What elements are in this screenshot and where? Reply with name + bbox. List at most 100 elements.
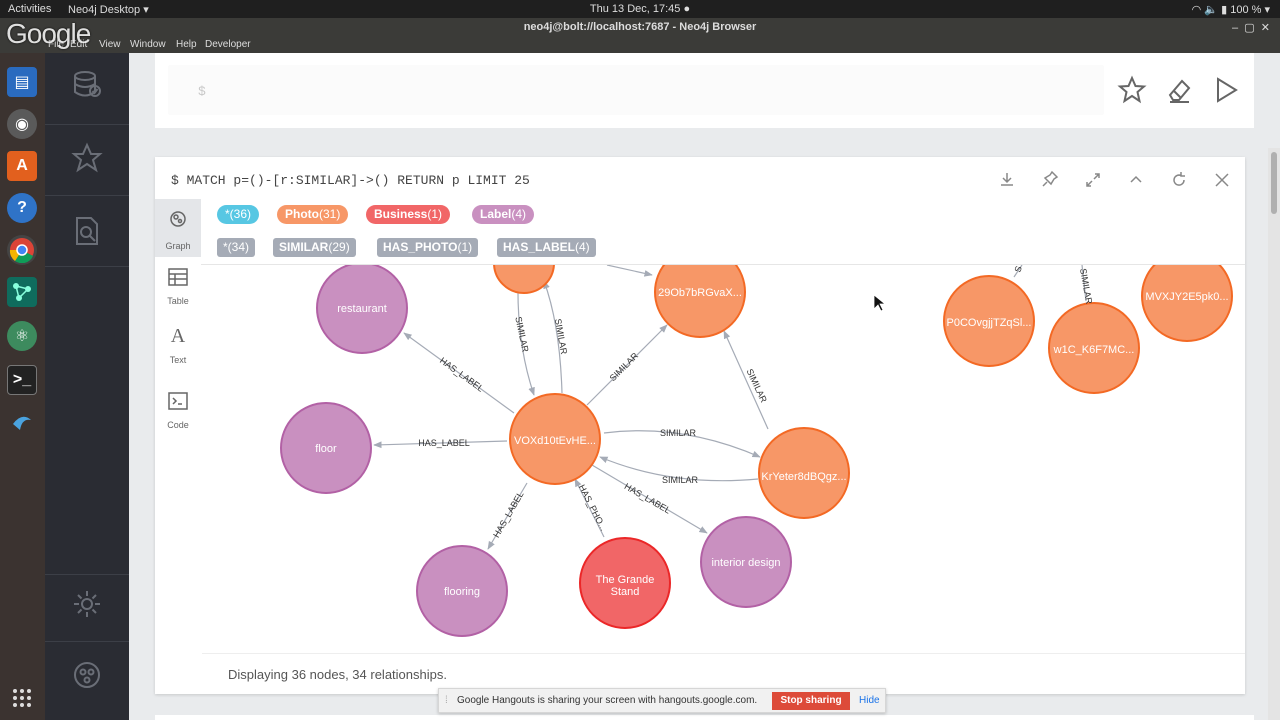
rel-type-all[interactable]: *(34) [217, 238, 256, 257]
hangouts-share-banner: ⁞ Google Hangouts is sharing your screen… [438, 688, 886, 713]
node-label-photo[interactable]: Photo(31) [277, 205, 349, 224]
svg-text:interior design: interior design [711, 557, 780, 569]
wireshark-icon[interactable] [7, 407, 37, 437]
close-window-icon[interactable]: ✕ [1261, 22, 1270, 34]
hide-button[interactable]: Hide [859, 695, 880, 706]
fullscreen-icon[interactable] [1073, 165, 1113, 195]
drag-handle-icon[interactable]: ⁞ [445, 695, 448, 706]
relationship-type-bar: *(34) SIMILAR(29) HAS_PHOTO(1) HAS_LABEL… [201, 232, 1245, 265]
node-photo-kry[interactable]: KrYeter8dBQgz... [758, 427, 850, 519]
node-photo-vox[interactable]: VOXd10tEvHE... [509, 393, 601, 485]
stop-sharing-button[interactable]: Stop sharing [772, 692, 850, 710]
node-label-business[interactable]: Business(1) [366, 205, 451, 224]
menu-window[interactable]: Window [130, 39, 166, 50]
settings-gear-icon[interactable] [71, 588, 103, 620]
main-area: $ $ MATCH p=()-[r:SIMILAR]->() RETURN p … [129, 53, 1280, 720]
maximize-icon[interactable]: ▢ [1244, 22, 1254, 34]
rerun-icon[interactable] [1159, 165, 1199, 195]
edge-label: SIMILAR [553, 318, 569, 356]
result-frame: $ MATCH p=()-[r:SIMILAR]->() RETURN p LI… [155, 157, 1245, 694]
tab-table[interactable]: Table [155, 260, 201, 318]
node-flooring[interactable]: flooring [416, 545, 508, 637]
svg-text:The Grande: The Grande [596, 574, 655, 586]
frame-query[interactable]: $ MATCH p=()-[r:SIMILAR]->() RETURN p LI… [171, 173, 530, 188]
edge-label: HAS_LABEL [623, 481, 673, 515]
tab-text[interactable]: A Text [155, 321, 201, 379]
query-input[interactable] [168, 65, 1104, 115]
node-the-grande-stand[interactable]: The GrandeStand [579, 537, 671, 629]
google-watermark: Google [6, 18, 91, 49]
favorite-query-button[interactable] [1117, 75, 1147, 105]
menu-help[interactable]: Help [176, 39, 197, 50]
volume-icon: 🔈 [1204, 4, 1219, 16]
pin-icon[interactable] [1030, 165, 1070, 195]
tab-code-label: Code [167, 420, 189, 430]
rhythmbox-icon[interactable]: ◉ [7, 109, 37, 139]
editor-prompt: $ [198, 84, 206, 99]
table-icon [168, 268, 188, 286]
atom-icon[interactable]: ⚛ [7, 321, 37, 351]
node-label-all[interactable]: *(36) [217, 205, 260, 224]
edge-label: SIMILAR [513, 316, 530, 354]
page-scrollbar[interactable] [1268, 148, 1280, 720]
node-photo-mvx[interactable]: MVXJY2E5pk0... [1141, 265, 1233, 342]
edge-label: HAS_LABEL [491, 490, 525, 540]
node-photo-top[interactable] [493, 265, 555, 294]
show-apps-icon[interactable] [7, 683, 37, 713]
menu-bar: File Edit View Window Help Developer [0, 38, 1280, 53]
tab-table-label: Table [167, 296, 189, 306]
node-photo-w1c[interactable]: w1C_K6F7MC... [1048, 302, 1140, 394]
system-tray[interactable]: ◠ 🔈 ▮ 100 % ▾ [1192, 3, 1270, 16]
about-neo4j-icon[interactable] [71, 659, 103, 691]
tab-graph[interactable]: Graph [155, 199, 201, 257]
code-icon [168, 392, 188, 410]
edge-similar-kry-29ob[interactable] [723, 330, 769, 430]
help-icon[interactable]: ? [7, 193, 37, 223]
node-label-bar: *(36) Photo(31) Business(1) Label(4) [201, 199, 1245, 232]
node-photo-p0c[interactable]: P0COvgjjTZqSl... [943, 275, 1035, 367]
menu-view[interactable]: View [99, 39, 121, 50]
rel-type-similar[interactable]: SIMILAR(29) [273, 238, 356, 257]
scrollbar-thumb[interactable] [1271, 152, 1277, 214]
writer-icon[interactable]: ▤ [7, 67, 37, 97]
next-frame-edge [155, 715, 1254, 720]
terminal-icon[interactable]: >_ [7, 365, 37, 395]
node-interior-design[interactable]: interior design [700, 516, 792, 608]
minimize-icon[interactable]: – [1232, 22, 1238, 34]
tab-text-label: Text [169, 355, 187, 365]
edge-similar-offscreen-29ob[interactable] [606, 265, 653, 277]
database-icon[interactable] [71, 69, 103, 101]
os-top-bar: Activities Neo4j Desktop ▾ Thu 13 Dec, 1… [0, 0, 1280, 18]
node-restaurant[interactable]: restaurant [316, 265, 408, 354]
close-frame-icon[interactable] [1202, 165, 1242, 195]
query-editor: $ [155, 53, 1254, 128]
edge-label: SIMILAR [1078, 268, 1094, 306]
node-photo-29ob[interactable]: 29Ob7bRGvaX... [654, 265, 746, 338]
chrome-icon[interactable] [7, 235, 37, 265]
rel-type-has-photo[interactable]: HAS_PHOTO(1) [377, 238, 479, 257]
rel-type-has-label[interactable]: HAS_LABEL(4) [497, 238, 596, 257]
view-tabs: Graph Table A Text Code [155, 199, 201, 694]
svg-text:Stand: Stand [611, 586, 640, 598]
status-text: Displaying 36 nodes, 34 relationships. [228, 667, 447, 682]
graph-canvas[interactable]: HAS_LABEL HAS_LABEL HAS_LABEL HAS_LABEL … [202, 265, 1245, 653]
collapse-icon[interactable] [1116, 165, 1156, 195]
favorites-star-icon[interactable] [71, 142, 103, 174]
svg-text:29Ob7bRGvaX...: 29Ob7bRGvaX... [658, 287, 742, 299]
neo4j-desktop-icon[interactable] [7, 277, 37, 307]
node-label-label[interactable]: Label(4) [472, 205, 535, 224]
software-center-icon[interactable]: A [7, 151, 37, 181]
svg-text:VOXd10tEvHE...: VOXd10tEvHE... [514, 435, 596, 447]
download-icon[interactable] [987, 165, 1027, 195]
node-floor[interactable]: floor [280, 402, 372, 494]
clear-editor-button[interactable] [1164, 75, 1194, 105]
window-controls: – ▢ ✕ [1232, 21, 1270, 34]
menu-developer[interactable]: Developer [205, 39, 251, 50]
tab-graph-label: Graph [165, 241, 191, 251]
tab-code[interactable]: Code [155, 382, 201, 440]
window-title: neo4j@bolt://localhost:7687 - Neo4j Brow… [523, 21, 757, 33]
clock[interactable]: Thu 13 Dec, 17:45 ● [0, 3, 1280, 15]
run-query-button[interactable] [1211, 75, 1241, 105]
svg-text:flooring: flooring [444, 586, 480, 598]
documents-search-icon[interactable] [71, 215, 103, 247]
